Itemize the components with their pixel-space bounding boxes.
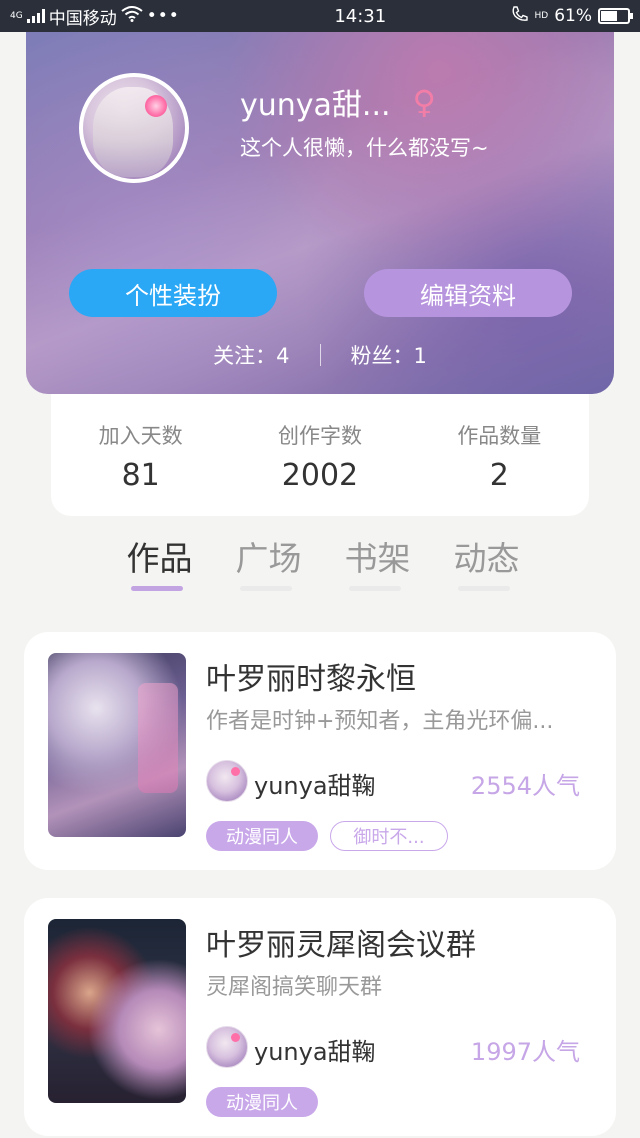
tag-category[interactable]: 动漫同人 (206, 1087, 318, 1117)
work-title[interactable]: 叶罗丽灵犀阁会议群 (206, 920, 476, 964)
tab-bar: 作品 广场 书架 动态 (105, 530, 541, 600)
more-dots-icon: ••• (146, 6, 180, 26)
tab-label: 作品 (126, 539, 193, 578)
work-cover-image[interactable] (48, 919, 186, 1103)
author-avatar[interactable] (206, 760, 248, 802)
follow-stats: 关注：4 粉丝：1 (26, 340, 614, 370)
edit-profile-button[interactable]: 编辑资料 (364, 269, 572, 317)
profile-bio: 这个人很懒，什么都没写~ (240, 136, 489, 160)
signal-icon (26, 9, 45, 23)
following-count[interactable]: 关注：4 (213, 340, 289, 370)
tab-indicator (131, 586, 183, 591)
author-name[interactable]: yunya甜鞠 (254, 1032, 376, 1067)
stat-work-count: 作品数量 2 (424, 420, 574, 516)
hd-label: HD (534, 11, 549, 21)
stats-card: 加入天数 81 创作字数 2002 作品数量 2 (51, 394, 589, 516)
work-card[interactable]: 叶罗丽时黎永恒 作者是时钟+预知者，主角光环偏... yunya甜鞠 2554人… (24, 632, 616, 870)
popularity-count: 2554人气 (470, 772, 580, 800)
tab-bookshelf[interactable]: 书架 (323, 530, 432, 600)
stat-value: 2 (489, 458, 509, 493)
work-description: 作者是时钟+预知者，主角光环偏... (206, 709, 554, 734)
carrier-name: 中国移动 (48, 8, 117, 29)
tab-activity[interactable]: 动态 (432, 530, 541, 600)
tab-label: 动态 (453, 539, 520, 578)
tab-label: 书架 (344, 539, 411, 578)
call-icon (511, 5, 529, 28)
female-icon: ♀ (412, 83, 436, 121)
tab-indicator (458, 586, 510, 591)
status-time: 14:31 (334, 5, 387, 27)
profile-username: yunya甜... (240, 88, 391, 123)
profile-avatar[interactable] (79, 73, 189, 183)
stat-value: 2002 (281, 458, 359, 493)
popularity-count: 1997人气 (470, 1038, 580, 1066)
stat-label: 作品数量 (457, 424, 542, 448)
stat-value: 81 (121, 458, 160, 493)
author-name[interactable]: yunya甜鞠 (254, 766, 376, 801)
battery-icon (598, 8, 633, 24)
wifi-icon (121, 5, 143, 27)
divider (319, 344, 321, 366)
author-avatar[interactable] (206, 1026, 248, 1068)
tag-category[interactable]: 动漫同人 (206, 821, 318, 851)
tab-square[interactable]: 广场 (214, 530, 323, 600)
tag-topic[interactable]: 御时不... (330, 821, 448, 851)
work-title[interactable]: 叶罗丽时黎永恒 (206, 654, 416, 698)
stat-word-count: 创作字数 2002 (245, 420, 395, 516)
battery-percent: 61% (554, 6, 592, 26)
tab-label: 广场 (235, 539, 302, 578)
tab-indicator (349, 586, 401, 591)
stat-join-days: 加入天数 81 (66, 420, 216, 516)
tab-indicator (240, 586, 292, 591)
status-bar: 4G 中国移动 ••• 14:31 HD 61% (0, 0, 640, 32)
network-type: 4G (10, 11, 23, 21)
dress-up-button[interactable]: 个性装扮 (69, 269, 277, 317)
profile-header: yunya甜... ♀ 这个人很懒，什么都没写~ 个性装扮 编辑资料 关注：4 … (26, 32, 614, 394)
work-cover-image[interactable] (48, 653, 186, 837)
followers-count[interactable]: 粉丝：1 (351, 340, 427, 370)
work-description: 灵犀阁搞笑聊天群 (206, 975, 383, 1000)
stat-label: 创作字数 (277, 424, 362, 448)
stat-label: 加入天数 (98, 424, 183, 448)
work-card[interactable]: 叶罗丽灵犀阁会议群 灵犀阁搞笑聊天群 yunya甜鞠 1997人气 动漫同人 (24, 898, 616, 1136)
tab-works[interactable]: 作品 (105, 530, 214, 600)
